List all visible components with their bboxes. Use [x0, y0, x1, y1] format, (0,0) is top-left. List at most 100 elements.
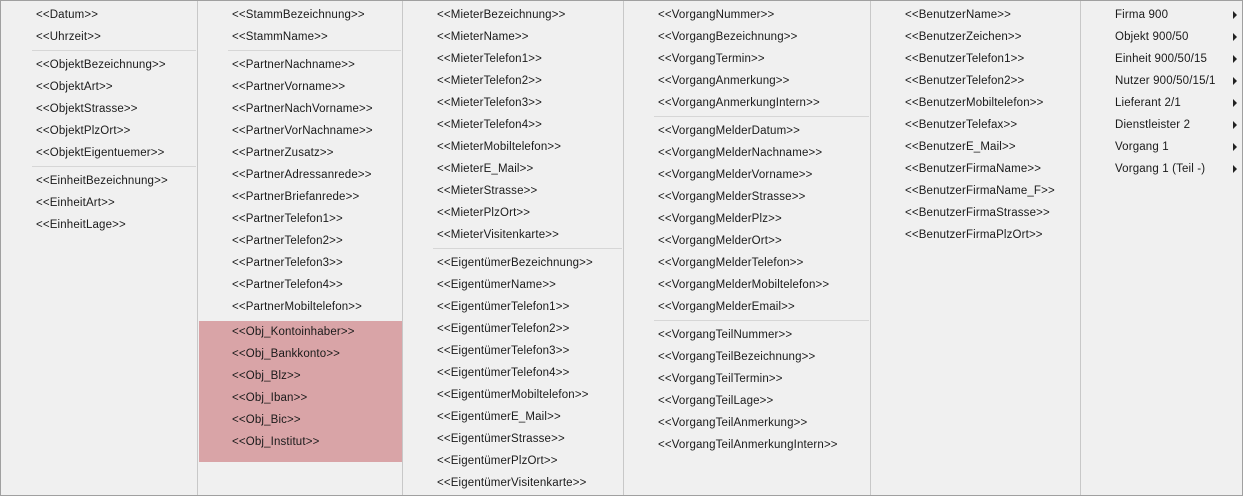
- menu-item[interactable]: <<VorgangBezeichnung>>: [654, 26, 869, 48]
- menu-item[interactable]: <<PartnerNachVorname>>: [228, 98, 401, 120]
- menu-item[interactable]: <<BenutzerName>>: [901, 4, 1079, 26]
- menu-item[interactable]: <<EigentümerPlzOrt>>: [433, 450, 622, 472]
- menu-item[interactable]: <<StammBezeichnung>>: [228, 4, 401, 26]
- menu-item[interactable]: <<VorgangMelderVorname>>: [654, 164, 869, 186]
- menu-item[interactable]: <<StammName>>: [228, 26, 401, 48]
- menu-item[interactable]: <<VorgangTeilNummer>>: [654, 324, 869, 346]
- menu-item[interactable]: <<PartnerZusatz>>: [228, 142, 401, 164]
- menu-item[interactable]: <<VorgangMelderTelefon>>: [654, 252, 869, 274]
- menu-item[interactable]: <<EinheitLage>>: [32, 214, 196, 236]
- menu-item[interactable]: <<BenutzerFirmaStrasse>>: [901, 202, 1079, 224]
- menu-item[interactable]: <<EigentümerTelefon2>>: [433, 318, 622, 340]
- menu-item[interactable]: <<ObjektEigentuemer>>: [32, 142, 196, 164]
- menu-item[interactable]: <<PartnerTelefon3>>: [228, 252, 401, 274]
- chevron-right-icon: [1233, 121, 1237, 129]
- column-separator: [197, 1, 198, 495]
- menu-item[interactable]: <<VorgangMelderEmail>>: [654, 296, 869, 318]
- menu-item[interactable]: <<EigentümerVisitenkarte>>: [433, 472, 622, 494]
- menu-item[interactable]: <<MieterVisitenkarte>>: [433, 224, 622, 246]
- menu-item[interactable]: <<EigentümerMobiltelefon>>: [433, 384, 622, 406]
- menu-item[interactable]: <<PartnerAdressanrede>>: [228, 164, 401, 186]
- column-separator: [1080, 1, 1081, 495]
- menu-item[interactable]: <<BenutzerFirmaName_F>>: [901, 180, 1079, 202]
- menu-item[interactable]: <<VorgangNummer>>: [654, 4, 869, 26]
- menu-item[interactable]: <<EigentümerName>>: [433, 274, 622, 296]
- menu-item[interactable]: <<EigentümerTelefon4>>: [433, 362, 622, 384]
- menu-item[interactable]: <<BenutzerTelefon1>>: [901, 48, 1079, 70]
- menu-item[interactable]: <<EigentümerBezeichnung>>: [433, 252, 622, 274]
- menu-item[interactable]: <<PartnerVorNachname>>: [228, 120, 401, 142]
- submenu-item[interactable]: Vorgang 1 (Teil -): [1082, 158, 1243, 180]
- menu-item[interactable]: <<PartnerNachname>>: [228, 54, 401, 76]
- submenu-label: Dienstleister 2: [1115, 119, 1191, 131]
- column-submenus: Firma 900 Objekt 900/50 Einheit 900/50/15 N…: [1082, 4, 1243, 495]
- submenu-item[interactable]: Dienstleister 2: [1082, 114, 1243, 136]
- menu-item[interactable]: <<PartnerMobiltelefon>>: [228, 296, 401, 318]
- menu-item[interactable]: <<VorgangAnmerkungIntern>>: [654, 92, 869, 114]
- menu-item[interactable]: <<BenutzerTelefax>>: [901, 114, 1079, 136]
- menu-item[interactable]: <<VorgangTeilAnmerkung>>: [654, 412, 869, 434]
- submenu-item[interactable]: Nutzer 900/50/15/1: [1082, 70, 1243, 92]
- menu-item[interactable]: <<MieterTelefon3>>: [433, 92, 622, 114]
- menu-item[interactable]: <<VorgangMelderDatum>>: [654, 120, 869, 142]
- submenu-item[interactable]: Vorgang 1: [1082, 136, 1243, 158]
- menu-item[interactable]: <<ObjektBezeichnung>>: [32, 54, 196, 76]
- column-stamm-partner: <<StammBezeichnung>> <<StammName>> <<Partn…: [228, 4, 401, 495]
- menu-item[interactable]: <<MieterTelefon4>>: [433, 114, 622, 136]
- menu-item[interactable]: <<EigentümerStrasse>>: [433, 428, 622, 450]
- submenu-item[interactable]: Einheit 900/50/15: [1082, 48, 1243, 70]
- submenu-item[interactable]: Objekt 900/50: [1082, 26, 1243, 48]
- menu-item[interactable]: <<MieterStrasse>>: [433, 180, 622, 202]
- column-datum-objekt-einheit: <<Datum>> <<Uhrzeit>> <<ObjektBezeichnung>…: [32, 4, 196, 495]
- menu-item[interactable]: <<VorgangMelderOrt>>: [654, 230, 869, 252]
- menu-item[interactable]: <<VorgangAnmerkung>>: [654, 70, 869, 92]
- submenu-label: Objekt 900/50: [1115, 31, 1189, 43]
- chevron-right-icon: [1233, 11, 1237, 19]
- menu-item[interactable]: <<PartnerVorname>>: [228, 76, 401, 98]
- submenu-label: Einheit 900/50/15: [1115, 53, 1208, 65]
- submenu-label: Vorgang 1 (Teil -): [1115, 163, 1206, 175]
- submenu-item[interactable]: Lieferant 2/1: [1082, 92, 1243, 114]
- menu-item[interactable]: <<BenutzerMobiltelefon>>: [901, 92, 1079, 114]
- menu-item[interactable]: <<PartnerBriefanrede>>: [228, 186, 401, 208]
- menu-item[interactable]: <<VorgangTeilLage>>: [654, 390, 869, 412]
- column-separator: [870, 1, 871, 495]
- menu-item[interactable]: <<MieterTelefon2>>: [433, 70, 622, 92]
- menu-item[interactable]: <<PartnerTelefon4>>: [228, 274, 401, 296]
- menu-item[interactable]: <<BenutzerFirmaName>>: [901, 158, 1079, 180]
- menu-item[interactable]: <<BenutzerE_Mail>>: [901, 136, 1079, 158]
- menu-item[interactable]: <<VorgangMelderMobiltelefon>>: [654, 274, 869, 296]
- menu-item[interactable]: <<EigentümerTelefon1>>: [433, 296, 622, 318]
- menu-item[interactable]: <<MieterName>>: [433, 26, 622, 48]
- column-benutzer: <<BenutzerName>> <<BenutzerZeichen>> <<Ben…: [901, 4, 1079, 495]
- menu-item[interactable]: <<VorgangTermin>>: [654, 48, 869, 70]
- menu-item[interactable]: <<VorgangTeilBezeichnung>>: [654, 346, 869, 368]
- menu-item[interactable]: <<EigentümerE_Mail>>: [433, 406, 622, 428]
- menu-item[interactable]: <<MieterBezeichnung>>: [433, 4, 622, 26]
- menu-item[interactable]: <<Datum>>: [32, 4, 196, 26]
- menu-item[interactable]: <<MieterTelefon1>>: [433, 48, 622, 70]
- menu-item[interactable]: <<MieterE_Mail>>: [433, 158, 622, 180]
- menu-item[interactable]: <<ObjektArt>>: [32, 76, 196, 98]
- menu-item[interactable]: <<ObjektPlzOrt>>: [32, 120, 196, 142]
- menu-item[interactable]: <<VorgangMelderPlz>>: [654, 208, 869, 230]
- menu-item[interactable]: <<BenutzerTelefon2>>: [901, 70, 1079, 92]
- submenu-item[interactable]: Firma 900: [1082, 4, 1243, 26]
- menu-item[interactable]: <<MieterPlzOrt>>: [433, 202, 622, 224]
- menu-item[interactable]: <<EinheitBezeichnung>>: [32, 170, 196, 192]
- menu-item[interactable]: <<BenutzerZeichen>>: [901, 26, 1079, 48]
- menu-item[interactable]: <<Uhrzeit>>: [32, 26, 196, 48]
- menu-item[interactable]: <<MieterMobiltelefon>>: [433, 136, 622, 158]
- menu-item[interactable]: <<BenutzerFirmaPlzOrt>>: [901, 224, 1079, 246]
- menu-item[interactable]: <<VorgangMelderNachname>>: [654, 142, 869, 164]
- menu-item[interactable]: <<VorgangMelderStrasse>>: [654, 186, 869, 208]
- menu-item[interactable]: <<PartnerTelefon1>>: [228, 208, 401, 230]
- menu-item[interactable]: <<ObjektStrasse>>: [32, 98, 196, 120]
- menu-item[interactable]: <<PartnerTelefon2>>: [228, 230, 401, 252]
- submenu-label: Firma 900: [1115, 9, 1169, 21]
- menu-item[interactable]: <<VorgangTeilAnmerkungIntern>>: [654, 434, 869, 456]
- menu-item[interactable]: <<EigentümerTelefon3>>: [433, 340, 622, 362]
- menu-item[interactable]: <<VorgangTeilTermin>>: [654, 368, 869, 390]
- menu-item[interactable]: <<EinheitArt>>: [32, 192, 196, 214]
- chevron-right-icon: [1233, 165, 1237, 173]
